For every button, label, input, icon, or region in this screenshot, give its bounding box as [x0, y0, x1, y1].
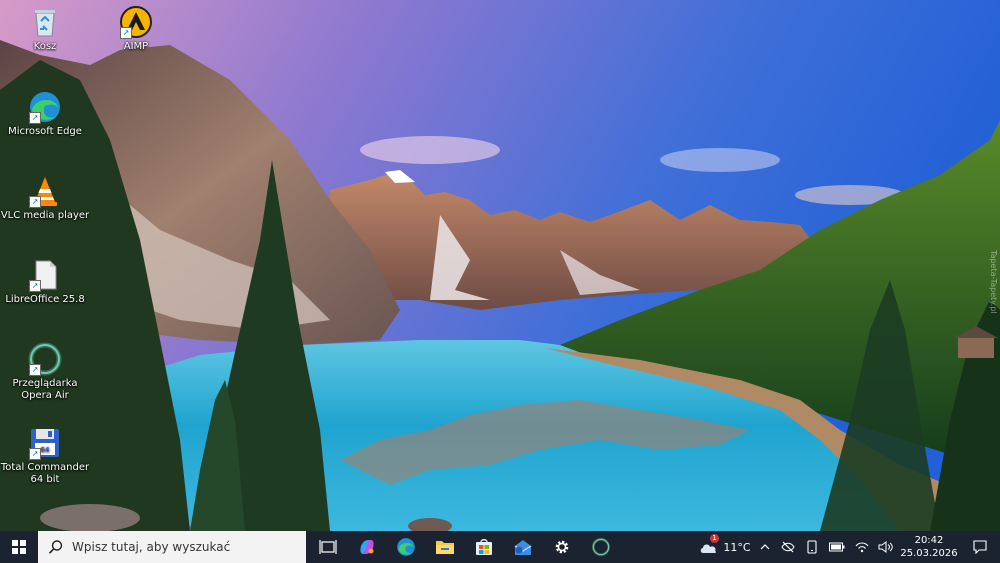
taskbar-file-explorer[interactable] — [425, 531, 464, 563]
task-view-icon — [318, 540, 337, 554]
shortcut-arrow-icon: ↗ — [29, 280, 41, 292]
taskbar-clock[interactable]: 20:42 25.03.2026 — [898, 531, 960, 563]
copilot-icon — [359, 540, 374, 554]
shortcut-arrow-icon: ↗ — [29, 112, 41, 124]
shortcut-arrow-icon: ↗ — [120, 27, 132, 39]
shortcut-arrow-icon: ↗ — [29, 364, 41, 376]
start-button[interactable] — [0, 531, 38, 563]
wifi-icon — [855, 542, 869, 553]
vlc-cone-icon: ↗ — [28, 174, 62, 208]
tray-volume[interactable] — [874, 531, 898, 563]
mail-icon — [514, 540, 531, 555]
microsoft-store-icon — [475, 539, 492, 555]
lake-mountain-landscape — [0, 0, 1000, 531]
desktop-icon-vlc[interactable]: ↗ VLC media player — [0, 174, 90, 222]
taskbar-settings[interactable] — [542, 531, 581, 563]
opera-air-icon — [591, 537, 610, 557]
speaker-icon — [878, 541, 893, 553]
tray-battery[interactable] — [824, 531, 850, 563]
desktop-icon-edge[interactable]: ↗ Microsoft Edge — [0, 90, 90, 138]
wallpaper-watermark: Tapeta-Tapety.pl — [989, 250, 998, 314]
tray-privacy[interactable] — [776, 531, 800, 563]
notification-icon — [973, 540, 987, 554]
task-view-button[interactable] — [308, 531, 347, 563]
taskbar-opera-air[interactable] — [581, 531, 620, 563]
weather-widget[interactable]: 1 11°C — [696, 531, 754, 563]
notification-center-button[interactable] — [960, 531, 1000, 563]
clock-time: 20:42 — [914, 535, 944, 546]
settings-gear-icon — [555, 540, 568, 554]
clock-date: 25.03.2026 — [900, 548, 958, 559]
search-input[interactable] — [72, 540, 292, 554]
search-icon — [48, 540, 63, 554]
taskbar-search-box[interactable] — [38, 531, 306, 563]
desktop-icon-recycle-bin[interactable]: Kosz — [0, 5, 90, 53]
system-tray: 1 11°C 20:42 25.03.2026 — [696, 531, 1000, 563]
chevron-up-icon — [760, 544, 770, 550]
edge-icon: ↗ — [28, 90, 62, 124]
tray-network[interactable] — [850, 531, 874, 563]
tray-device[interactable] — [800, 531, 824, 563]
eye-slash-icon — [781, 541, 795, 553]
recycle-bin-icon — [28, 5, 62, 39]
shortcut-arrow-icon: ↗ — [29, 196, 41, 208]
show-hidden-icons-button[interactable] — [754, 531, 776, 563]
taskbar: 1 11°C — [0, 531, 1000, 563]
edge-icon — [396, 538, 415, 556]
windows-logo-icon — [12, 540, 26, 554]
libreoffice-icon: ↗ — [28, 258, 62, 292]
weather-notification-badge: 1 — [710, 534, 719, 543]
phone-link-icon — [807, 540, 817, 554]
desktop-icon-label: AIMP — [123, 41, 149, 52]
desktop-icon-label: VLC media player — [0, 210, 90, 221]
desktop-icon-label: Przeglądarka Opera Air — [12, 378, 78, 401]
desktop-icon-label: Microsoft Edge — [8, 126, 82, 137]
taskbar-mail[interactable] — [503, 531, 542, 563]
taskbar-microsoft-store[interactable] — [464, 531, 503, 563]
taskbar-edge[interactable] — [386, 531, 425, 563]
file-explorer-icon — [435, 541, 454, 554]
opera-air-icon: ↗ — [28, 342, 62, 376]
desktop-icon-aimp[interactable]: ↗ AIMP — [91, 5, 181, 53]
desktop-icon-label: LibreOffice 25.8 — [5, 294, 85, 305]
desktop-icon-libreoffice[interactable]: ↗ LibreOffice 25.8 — [0, 258, 90, 306]
weather-temperature: 11°C — [723, 540, 751, 554]
floppy-disk-icon: 64 ↗ — [28, 426, 62, 460]
desktop-icon-total-commander[interactable]: 64 ↗ Total Commander 64 bit — [0, 426, 90, 486]
taskbar-copilot[interactable] — [347, 531, 386, 563]
desktop-icon-label: Total Commander 64 bit — [0, 462, 90, 485]
desktop-icon-opera-air[interactable]: ↗ Przeglądarka Opera Air — [0, 342, 90, 402]
desktop-wallpaper: Tapeta-Tapety.pl — [0, 0, 1000, 531]
desktop-icon-label: Kosz — [33, 41, 57, 52]
svg-text:64: 64 — [41, 446, 50, 454]
battery-icon — [829, 542, 845, 552]
shortcut-arrow-icon: ↗ — [29, 448, 41, 460]
aimp-icon: ↗ — [119, 5, 153, 39]
